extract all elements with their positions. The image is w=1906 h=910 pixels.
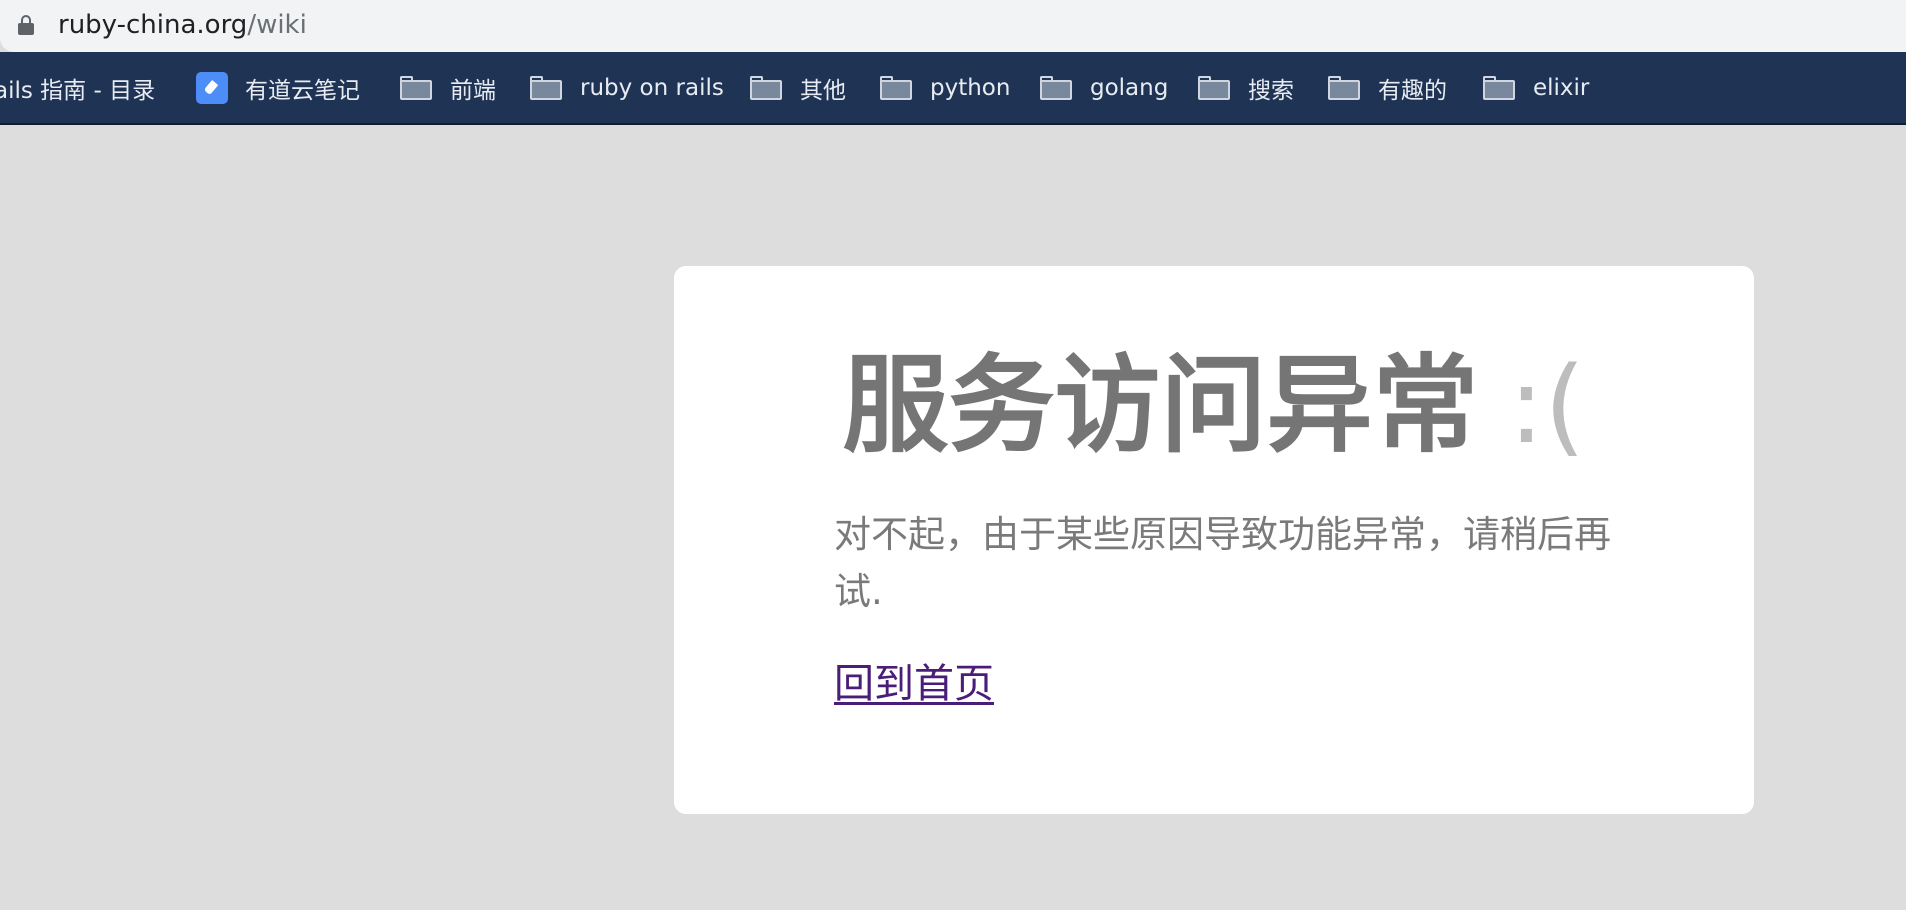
bookmark-folder-elixir[interactable]: elixir [1483,52,1589,123]
bookmark-folder-ruby-on-rails[interactable]: ruby on rails [530,52,724,123]
bookmark-label: 有趣的 [1378,77,1447,104]
bookmark-label: ruby on rails [580,74,724,101]
bookmark-folder-search[interactable]: 搜索 [1198,52,1294,123]
error-title: 服务访问异常:( [674,346,1754,466]
back-to-home-link[interactable]: 回到首页 [834,656,994,712]
bookmark-youdao-note[interactable]: 有道云笔记 [196,52,360,123]
folder-icon [400,75,432,100]
error-title-text: 服务访问异常 [842,344,1479,467]
folder-icon [1328,75,1360,100]
bookmark-label: golang [1090,74,1169,101]
error-message: 对不起，由于某些原因导致功能异常，请稍后再试. [834,513,1611,613]
bookmark-folder-golang[interactable]: golang [1040,52,1168,123]
folder-icon [1198,75,1230,100]
folder-icon [880,75,912,100]
bookmark-folder-interesting[interactable]: 有趣的 [1328,52,1447,123]
sad-face-emoticon: :( [1508,344,1586,467]
bookmark-label: python [930,74,1011,101]
url-path: /wiki [247,10,307,40]
bookmark-label: elixir [1533,74,1590,101]
bookmark-label: ails 指南 - 目录 [0,77,156,104]
folder-icon [1040,75,1072,100]
youdao-note-icon [196,71,228,104]
url-text[interactable]: ruby-china.org/wiki [58,6,307,44]
bookmarks-bar: ails 指南 - 目录 有道云笔记 前端 ruby on rails 其他 p… [0,52,1906,125]
folder-icon [750,75,782,100]
bookmark-label: 搜索 [1248,77,1294,104]
lock-icon[interactable] [18,15,34,35]
bookmark-folder-other[interactable]: 其他 [750,52,846,123]
bookmark-label: 其他 [800,77,846,104]
bookmark-label: 前端 [450,77,496,104]
folder-icon [1483,75,1515,100]
url-host: ruby-china.org [58,10,248,40]
error-card: 服务访问异常:( 对不起，由于某些原因导致功能异常，请稍后再试. 回到首页 [674,266,1754,814]
bookmark-folder-python[interactable]: python [880,52,1010,123]
folder-icon [530,75,562,100]
address-bar[interactable]: ruby-china.org/wiki [0,0,1906,52]
bookmark-label: 有道云笔记 [245,77,360,104]
bookmark-rails-guide[interactable]: ails 指南 - 目录 [0,52,155,123]
bookmark-folder-frontend[interactable]: 前端 [400,52,496,123]
